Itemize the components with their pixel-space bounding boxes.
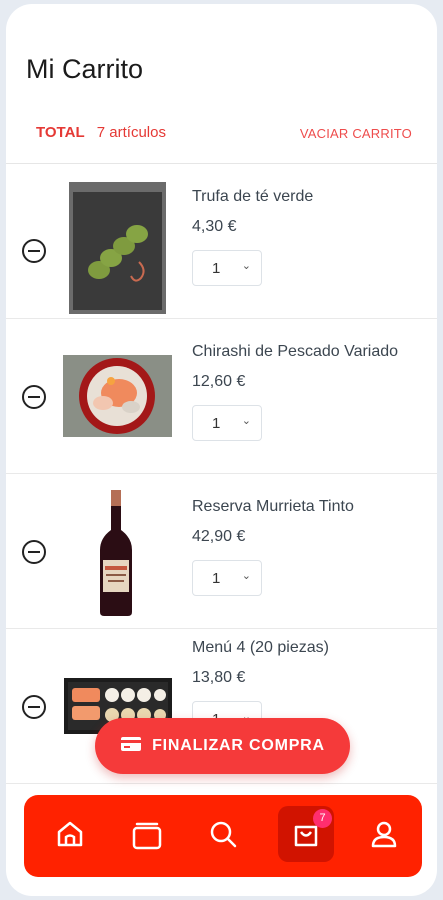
product-name: Chirashi de Pescado Variado <box>192 343 399 360</box>
cart-item: Trufa de té verde 4,30 € 1 ⌄ <box>6 164 437 319</box>
cart-item: Chirashi de Pescado Variado 12,60 € 1 ⌄ <box>6 319 437 474</box>
product-image <box>69 182 166 314</box>
remove-item-icon[interactable] <box>22 540 46 564</box>
product-name: Trufa de té verde <box>192 188 314 205</box>
item-count: 7 artículos <box>96 124 166 141</box>
remove-item-icon[interactable] <box>22 385 46 409</box>
total-label: TOTAL <box>36 124 85 141</box>
remove-item-icon[interactable] <box>22 695 46 719</box>
app-screen: Mi Carrito TOTAL 7 artículos VACIAR CARR… <box>6 4 437 896</box>
cart-items-list: Trufa de té verde 4,30 € 1 ⌄ Chirashi de… <box>6 164 437 784</box>
checkout-button[interactable]: FINALIZAR COMPRA <box>95 718 350 774</box>
remove-item-icon[interactable] <box>22 239 46 263</box>
nav-home[interactable] <box>42 806 98 862</box>
search-icon <box>210 821 237 848</box>
product-name: Menú 4 (20 piezas) <box>192 639 329 656</box>
quantity-value: 1 <box>212 415 221 432</box>
checkout-label: FINALIZAR COMPRA <box>152 737 325 754</box>
user-icon <box>371 821 397 848</box>
chevron-down-icon: ⌄ <box>241 570 251 582</box>
page-title: Mi Carrito <box>26 54 144 84</box>
quantity-select[interactable]: 1 ⌄ <box>192 250 262 286</box>
chevron-down-icon: ⌄ <box>241 415 251 427</box>
chevron-down-icon: ⌄ <box>241 260 251 272</box>
product-name: Reserva Murrieta Tinto <box>192 498 354 515</box>
bottom-nav: 7 <box>24 795 422 877</box>
quantity-value: 1 <box>212 570 221 587</box>
product-image <box>96 490 136 616</box>
nav-profile[interactable] <box>356 806 412 862</box>
quantity-select[interactable]: 1 ⌄ <box>192 405 262 441</box>
quantity-select[interactable]: 1 ⌄ <box>192 560 262 596</box>
product-image <box>63 355 172 437</box>
cart-item: Reserva Murrieta Tinto 42,90 € 1 ⌄ <box>6 474 437 629</box>
credit-card-icon <box>120 736 142 757</box>
product-price: 4,30 € <box>192 218 237 235</box>
nav-catalog[interactable] <box>118 806 174 862</box>
catalog-icon <box>132 822 162 850</box>
clear-cart-button[interactable]: VACIAR CARRITO <box>300 126 412 141</box>
cart-summary: TOTAL 7 artículos <box>36 124 166 141</box>
product-price: 42,90 € <box>192 528 246 545</box>
nav-search[interactable] <box>195 806 251 862</box>
quantity-value: 1 <box>212 260 221 277</box>
cart-count-badge: 7 <box>313 809 332 828</box>
product-price: 12,60 € <box>192 373 246 390</box>
product-price: 13,80 € <box>192 669 246 686</box>
home-icon <box>57 821 83 847</box>
nav-cart[interactable]: 7 <box>278 806 334 862</box>
